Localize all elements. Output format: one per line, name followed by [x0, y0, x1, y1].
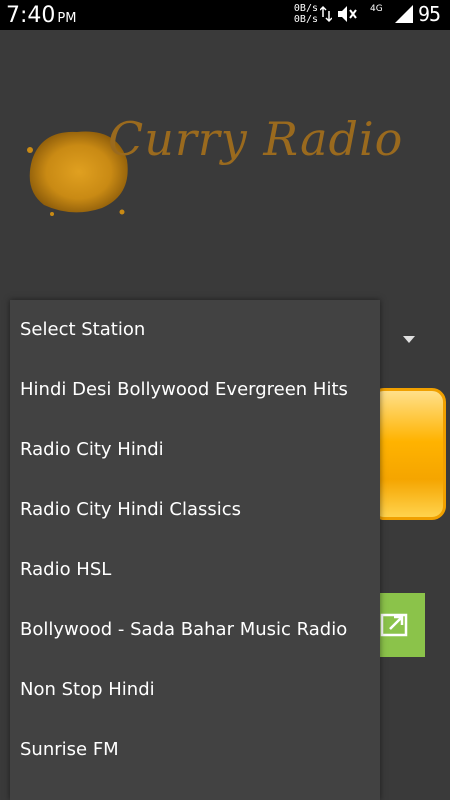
- play-button[interactable]: [370, 388, 446, 520]
- station-option[interactable]: Non Stop Hindi: [10, 660, 380, 720]
- chevron-down-icon[interactable]: [403, 336, 415, 343]
- station-option[interactable]: Hindi Desi Bollywood Evergreen Hits: [10, 360, 380, 420]
- station-dropdown-list[interactable]: Select Station Hindi Desi Bollywood Ever…: [10, 300, 380, 800]
- net-up-speed: 0B/s: [293, 3, 318, 14]
- station-option[interactable]: Radio HSL: [10, 540, 380, 600]
- status-bar: 7:40 PM 0B/s 0B/s 4G 95: [0, 0, 450, 30]
- net-down-speed: 0B/s: [293, 14, 318, 25]
- status-time: 7:40: [6, 3, 56, 28]
- station-option[interactable]: Radio City Hindi Classics: [10, 480, 380, 540]
- status-clock: 7:40 PM: [6, 3, 76, 28]
- station-option[interactable]: Bollywood - Sada Bahar Music Radio: [10, 600, 380, 660]
- data-transfer-icon: [319, 3, 333, 29]
- share-icon: [380, 609, 410, 643]
- network-type: 4G: [370, 4, 383, 14]
- app-logo-title: Curry Radio: [108, 112, 404, 166]
- station-option[interactable]: Select Station: [10, 300, 380, 360]
- mute-icon: [336, 3, 358, 29]
- status-ampm: PM: [57, 11, 77, 26]
- signal-icon: [393, 3, 415, 29]
- network-speed: 0B/s 0B/s: [288, 3, 318, 25]
- station-option[interactable]: Sunrise FM: [10, 720, 380, 780]
- battery-level: 95: [418, 2, 441, 26]
- station-option[interactable]: Radio City Hindi: [10, 420, 380, 480]
